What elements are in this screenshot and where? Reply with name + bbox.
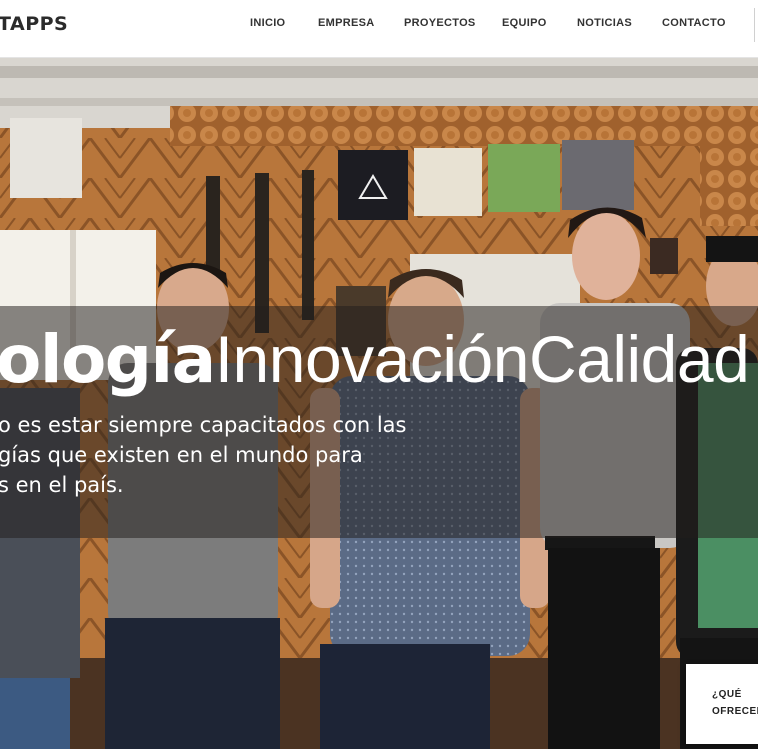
hero-section: ologíaInnovaciónCalidad o es estar siemp… [0, 58, 758, 749]
nav-inicio[interactable]: INICIO [250, 17, 285, 29]
offer-card-line2: OFRECEM [712, 706, 758, 717]
main-nav: INICIO EMPRESA PROYECTOS EQUIPO NOTICIAS… [0, 0, 758, 58]
offer-card-line1: ¿QUÉ [712, 689, 742, 700]
subtext-line: gías que existen en el mundo para [0, 443, 363, 467]
nav-equipo[interactable]: EQUIPO [502, 17, 547, 29]
hero-subtext: o es estar siempre capacitados con las g… [0, 410, 418, 500]
nav-divider [754, 8, 755, 42]
subtext-line: o es estar siempre capacitados con las [0, 413, 407, 437]
nav-proyectos[interactable]: PROYECTOS [404, 17, 476, 29]
headline-bold-word: ología [0, 321, 216, 398]
hero-headline: ologíaInnovaciónCalidad [0, 326, 750, 393]
subtext-line: s en el país. [0, 473, 124, 497]
what-we-offer-card[interactable]: ¿QUÉ OFRECEM [686, 664, 758, 744]
site-header: TAPPS INICIO EMPRESA PROYECTOS EQUIPO NO… [0, 0, 758, 58]
nav-contacto[interactable]: CONTACTO [662, 17, 726, 29]
nav-empresa[interactable]: EMPRESA [318, 17, 375, 29]
headline-thin-words: InnovaciónCalidad [214, 322, 750, 396]
nav-noticias[interactable]: NOTICIAS [577, 17, 632, 29]
